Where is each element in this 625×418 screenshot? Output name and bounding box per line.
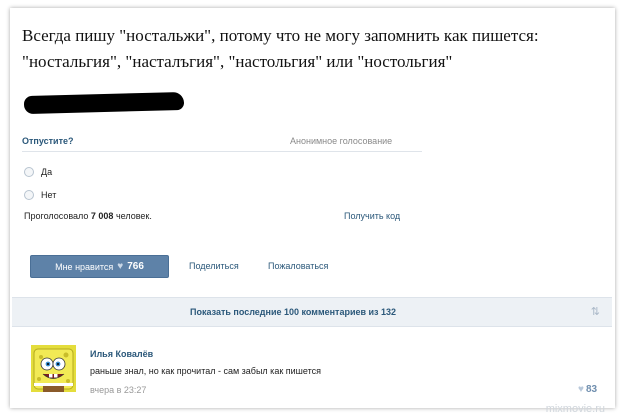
poll-option-no[interactable]: Нет (24, 188, 56, 202)
poll-option-label: Нет (41, 190, 57, 200)
poll-option-label: Да (41, 167, 53, 177)
poll-votes-count: 7 008 (90, 211, 114, 221)
avatar[interactable] (31, 345, 76, 392)
comment-like-button[interactable]: ♥ 83 (578, 384, 597, 395)
poll-votes-suffix: человек. (115, 211, 152, 221)
poll-header: Отпустите? Анонимное голосование (22, 136, 422, 152)
radio-icon[interactable] (24, 190, 34, 200)
collapse-arrows-icon[interactable]: ⇅ (591, 305, 600, 318)
post-text-line-1: Всегда пишу "ностальжи", потому что не м… (22, 26, 539, 45)
poll-question: Отпустите? (22, 136, 74, 146)
comment-like-count: 83 (585, 384, 598, 395)
poll-votes: Проголосовало 7 008 человек. (24, 211, 152, 221)
poll-votes-prefix: Проголосовало (24, 211, 89, 221)
comment-time[interactable]: вчера в 23:27 (90, 385, 146, 395)
heart-icon: ♥ (117, 261, 124, 272)
comment-text: раньше знал, но как прочитал - сам забыл… (90, 366, 321, 376)
comment-author[interactable]: Илья Ковалёв (90, 349, 153, 359)
radio-icon[interactable] (24, 167, 34, 177)
poll-type: Анонимное голосование (290, 136, 393, 146)
show-comments-bar[interactable]: Показать последние 100 комментариев из 1… (12, 297, 612, 327)
avatar-image (31, 345, 76, 392)
like-button[interactable]: Мне нравится ♥ 766 (30, 255, 169, 278)
get-code-link[interactable]: Получить код (344, 211, 400, 221)
show-comments-link[interactable]: Показать последние 100 комментариев из 1… (190, 307, 396, 317)
like-label: Мне нравится (55, 261, 114, 272)
like-count: 766 (127, 261, 144, 272)
poll-option-yes[interactable]: Да (24, 165, 52, 179)
report-link[interactable]: Пожаловаться (268, 261, 328, 271)
post-text-line-2: "ностальгия", "насталъгия", "настольгия"… (22, 52, 453, 71)
heart-icon: ♥ (578, 384, 584, 395)
share-link[interactable]: Поделиться (189, 261, 239, 271)
watermark: mixmovie.ru (545, 403, 605, 415)
post-text: Всегда пишу "ностальжи", потому что не м… (22, 23, 582, 75)
